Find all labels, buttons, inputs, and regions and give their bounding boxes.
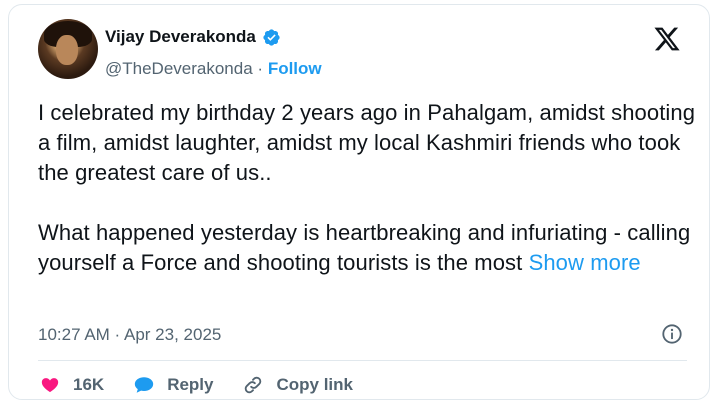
- separator: ·: [257, 59, 264, 78]
- tweet-paragraph-1: I celebrated my birthday 2 years ago in …: [38, 100, 696, 185]
- reply-button[interactable]: Reply: [132, 374, 213, 396]
- reply-label: Reply: [167, 375, 214, 394]
- timestamp[interactable]: 10:27 AM · Apr 23, 2025: [38, 325, 221, 345]
- tweet-paragraph-2: What happened yesterday is heartbreaking…: [38, 218, 703, 278]
- verified-badge-icon: [263, 28, 280, 46]
- show-more-link[interactable]: Show more: [529, 250, 641, 275]
- x-logo-icon[interactable]: [653, 25, 681, 53]
- like-count: 16K: [73, 375, 105, 394]
- tweet-card: Vijay Deverakonda @TheDeverakonda · Foll…: [8, 4, 710, 400]
- author-name-row: Vijay Deverakonda: [105, 27, 281, 47]
- copy-link-label: Copy link: [276, 375, 353, 394]
- info-icon[interactable]: [661, 323, 683, 345]
- action-bar: 16K Reply Copy link: [38, 374, 381, 396]
- author-handle[interactable]: @TheDeverakonda: [105, 59, 253, 78]
- copy-link-button[interactable]: Copy link: [241, 374, 353, 396]
- avatar[interactable]: [38, 19, 98, 79]
- tweet-text: I celebrated my birthday 2 years ago in …: [38, 98, 703, 278]
- link-icon: [245, 376, 262, 394]
- author-name[interactable]: Vijay Deverakonda: [105, 27, 256, 47]
- divider: [38, 360, 687, 361]
- handle-row: @TheDeverakonda · Follow: [105, 59, 322, 79]
- like-button[interactable]: 16K: [38, 374, 104, 396]
- speech-bubble-icon: [135, 377, 154, 393]
- heart-icon: [41, 378, 59, 393]
- follow-button[interactable]: Follow: [268, 59, 322, 78]
